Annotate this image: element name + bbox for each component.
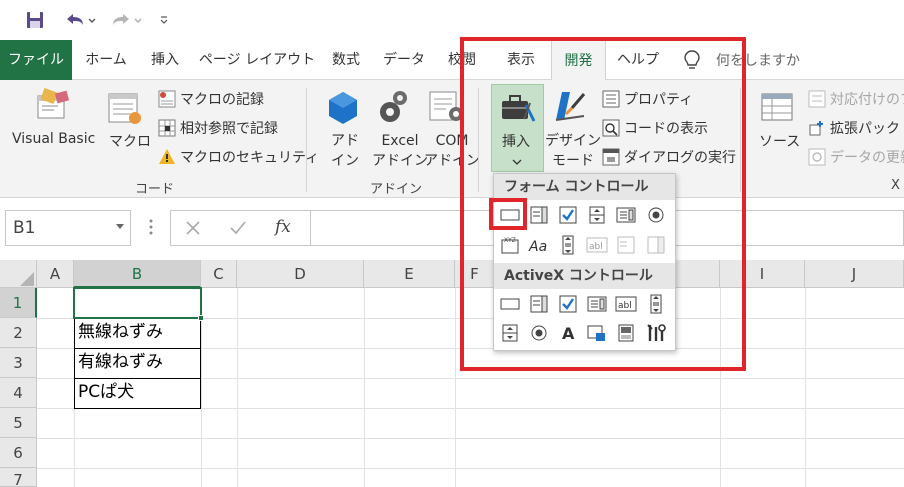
name-box[interactable]: B1 (5, 210, 131, 246)
com-addins-icon (428, 90, 464, 124)
row-header-5[interactable]: 5 (0, 408, 37, 438)
row-header-1[interactable]: 1 (0, 288, 37, 318)
refresh-data-label: データの更新 (830, 150, 904, 166)
cell-b4[interactable]: PCぱ犬 (74, 378, 201, 407)
row-header-3[interactable]: 3 (0, 348, 37, 378)
insert-function-icon[interactable]: fx (275, 217, 291, 237)
column-header-j[interactable]: J (805, 260, 904, 288)
group-separator (306, 88, 307, 192)
visual-basic-button[interactable]: Visual Basic (12, 131, 95, 147)
addins-button[interactable]: アド イン (331, 131, 359, 171)
visual-basic-icon (34, 87, 74, 124)
group-label-code: コード (135, 182, 175, 197)
ribbon-tabs: ファイル ホーム 挿入 ページ レイアウト 数式 データ 校閲 表示 開発 ヘル… (0, 40, 904, 81)
addin-icon (327, 90, 359, 124)
worksheet-grid: A B C D E F G H I J 1 2 3 4 5 6 7 無線ねずみ … (0, 260, 904, 487)
tab-formulas[interactable]: 数式 (322, 40, 370, 80)
map-properties-button[interactable]: 対応付けのプ (808, 89, 904, 109)
macro-button[interactable]: マクロ (109, 131, 151, 151)
warning-icon (159, 149, 175, 164)
expansion-pack-icon (809, 121, 823, 136)
column-header-a[interactable]: A (37, 260, 74, 288)
xml-source-icon (760, 92, 796, 124)
expansion-pack-button[interactable]: 拡張パック (808, 118, 900, 138)
record-macro-icon (158, 90, 176, 108)
redo-icon[interactable] (106, 8, 146, 32)
undo-icon[interactable] (60, 8, 100, 32)
gridline (37, 468, 904, 469)
record-macro-label: マクロの記録 (180, 92, 264, 108)
select-all-corner[interactable] (0, 260, 37, 288)
addins-label-line1: アド (331, 133, 359, 149)
tab-file[interactable]: ファイル (0, 40, 72, 80)
refresh-data-icon (808, 148, 826, 166)
xml-source-button[interactable]: ソース (759, 131, 800, 151)
relative-reference-button[interactable]: 相対参照で記録 (158, 118, 278, 138)
gridline (37, 438, 904, 439)
selected-cell-b1[interactable] (73, 287, 202, 319)
column-header-d[interactable]: D (237, 260, 364, 288)
row-header-2[interactable]: 2 (0, 318, 37, 348)
record-macro-button[interactable]: マクロの記録 (158, 89, 264, 109)
tab-insert[interactable]: 挿入 (140, 40, 190, 80)
relative-reference-label: 相対参照で記録 (180, 121, 278, 137)
group-label-xml: X (891, 178, 900, 193)
row-header-7[interactable]: 7 (0, 468, 37, 487)
relative-reference-icon (158, 119, 176, 137)
cell-b3[interactable]: 有線ねずみ (74, 348, 201, 377)
quick-access-toolbar (0, 0, 904, 40)
excel-addins-button[interactable]: Excel アドイン (372, 131, 428, 171)
ribbon: Visual Basic マクロ マクロの記録 相対参照で記録 マクロのセキュリ… (0, 80, 904, 198)
excel-addins-label-line2: アドイン (372, 153, 428, 169)
more-options-icon[interactable] (149, 218, 153, 240)
cell-b2[interactable]: 無線ねずみ (74, 318, 201, 347)
addins-label-line2: イン (331, 153, 359, 169)
map-properties-icon (808, 90, 826, 108)
highlight-frame-button-control (489, 198, 527, 230)
excel-addins-gear-icon (378, 88, 412, 124)
map-properties-label: 対応付けのプ (830, 92, 904, 108)
formula-bar: B1 fx (0, 198, 904, 260)
cancel-icon[interactable] (185, 220, 201, 236)
tab-page-layout[interactable]: ページ レイアウト (196, 40, 318, 80)
customize-qat-icon[interactable] (156, 8, 172, 32)
tab-home[interactable]: ホーム (78, 40, 134, 80)
save-icon[interactable] (24, 8, 46, 32)
row-header-6[interactable]: 6 (0, 438, 37, 468)
name-box-value: B1 (13, 218, 36, 238)
column-header-c[interactable]: C (201, 260, 237, 288)
enter-check-icon[interactable] (229, 220, 247, 236)
macro-security-button[interactable]: マクロのセキュリティ (158, 147, 319, 167)
group-label-addins: アドイン (370, 182, 423, 197)
column-header-b[interactable]: B (74, 260, 201, 288)
column-header-e[interactable]: E (364, 260, 455, 288)
excel-addins-label-line1: Excel (381, 133, 419, 149)
refresh-data-button[interactable]: データの更新 (808, 147, 904, 167)
tab-data[interactable]: データ (378, 40, 430, 80)
formula-buttons: fx (170, 210, 310, 246)
macro-icon (107, 90, 143, 126)
macro-security-label: マクロのセキュリティ (180, 150, 320, 166)
row-header-4[interactable]: 4 (0, 378, 37, 408)
expansion-pack-label: 拡張パック (830, 121, 900, 137)
chevron-down-icon (116, 224, 124, 229)
